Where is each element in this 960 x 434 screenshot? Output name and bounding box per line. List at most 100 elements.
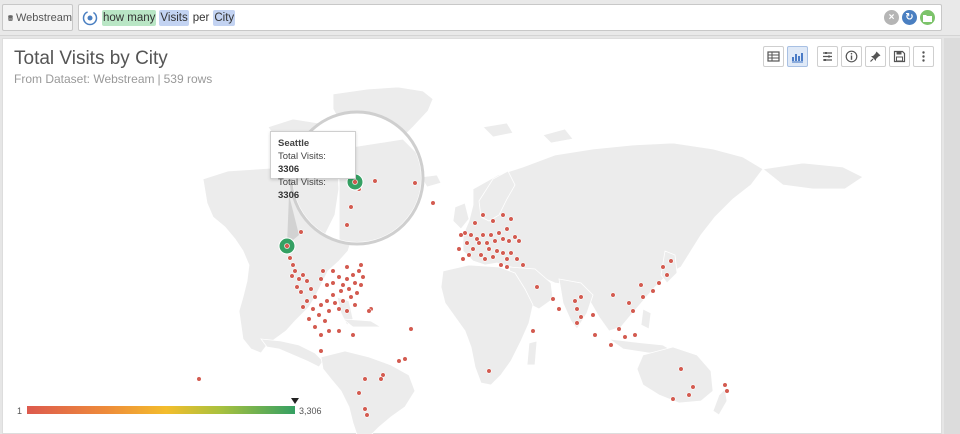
city-point[interactable] (356, 390, 362, 396)
city-point[interactable] (320, 268, 326, 274)
city-point[interactable] (330, 268, 336, 274)
city-point[interactable] (350, 272, 356, 278)
city-point[interactable] (332, 300, 338, 306)
city-point[interactable] (488, 232, 494, 238)
city-point[interactable] (304, 298, 310, 304)
city-point[interactable] (466, 252, 472, 258)
city-point[interactable] (616, 326, 622, 332)
city-point[interactable] (468, 232, 474, 238)
city-point[interactable] (318, 302, 324, 308)
city-point[interactable] (412, 180, 418, 186)
city-point[interactable] (472, 220, 478, 226)
city-point[interactable] (346, 286, 352, 292)
city-point[interactable] (574, 306, 580, 312)
city-point[interactable] (308, 286, 314, 292)
world-map[interactable] (3, 39, 943, 434)
city-point[interactable] (640, 294, 646, 300)
city-point[interactable] (344, 222, 350, 228)
city-point[interactable] (310, 306, 316, 312)
city-point[interactable] (500, 236, 506, 242)
city-point[interactable] (284, 243, 290, 249)
city-point[interactable] (534, 284, 540, 290)
city-point[interactable] (516, 238, 522, 244)
city-point[interactable] (378, 376, 384, 382)
city-point[interactable] (348, 204, 354, 210)
city-point[interactable] (300, 304, 306, 310)
city-point[interactable] (326, 308, 332, 314)
city-point[interactable] (638, 282, 644, 288)
city-point[interactable] (486, 246, 492, 252)
city-point[interactable] (686, 392, 692, 398)
city-point[interactable] (494, 248, 500, 254)
city-point[interactable] (572, 298, 578, 304)
city-point[interactable] (396, 358, 402, 364)
city-point[interactable] (296, 276, 302, 282)
city-point[interactable] (294, 284, 300, 290)
city-point[interactable] (464, 240, 470, 246)
city-point[interactable] (364, 412, 370, 418)
city-point[interactable] (500, 250, 506, 256)
save-button[interactable] (889, 46, 910, 67)
city-point[interactable] (366, 308, 372, 314)
city-point[interactable] (298, 229, 304, 235)
city-point[interactable] (514, 256, 520, 262)
city-point[interactable] (298, 289, 304, 295)
city-point[interactable] (330, 280, 336, 286)
city-point[interactable] (456, 246, 462, 252)
city-point[interactable] (300, 272, 306, 278)
city-point[interactable] (358, 282, 364, 288)
city-point[interactable] (556, 306, 562, 312)
city-point[interactable] (348, 294, 354, 300)
configure-button[interactable] (817, 46, 838, 67)
clear-query-button[interactable]: × (884, 10, 899, 25)
city-point[interactable] (430, 200, 436, 206)
city-point[interactable] (326, 328, 332, 334)
city-point[interactable] (574, 320, 580, 326)
pin-button[interactable] (865, 46, 886, 67)
city-point[interactable] (578, 314, 584, 320)
city-point[interactable] (632, 332, 638, 338)
city-point[interactable] (287, 255, 293, 261)
city-point[interactable] (344, 264, 350, 270)
city-point[interactable] (678, 366, 684, 372)
city-point[interactable] (352, 302, 358, 308)
city-point[interactable] (506, 238, 512, 244)
city-point[interactable] (458, 232, 464, 238)
city-point[interactable] (478, 252, 484, 258)
city-point[interactable] (356, 268, 362, 274)
city-point[interactable] (590, 312, 596, 318)
city-point[interactable] (668, 258, 674, 264)
info-button[interactable] (841, 46, 862, 67)
city-point[interactable] (496, 230, 502, 236)
city-point[interactable] (312, 324, 318, 330)
city-point[interactable] (322, 318, 328, 324)
city-point[interactable] (480, 232, 486, 238)
query-token[interactable]: how many (102, 9, 157, 26)
city-point[interactable] (362, 376, 368, 382)
query-token[interactable]: Visits (159, 9, 189, 26)
city-point[interactable] (336, 306, 342, 312)
city-point[interactable] (578, 294, 584, 300)
city-point[interactable] (360, 274, 366, 280)
city-point[interactable] (482, 256, 488, 262)
city-point[interactable] (504, 264, 510, 270)
city-point[interactable] (460, 256, 466, 262)
city-point[interactable] (344, 308, 350, 314)
city-point[interactable] (724, 388, 730, 394)
city-point[interactable] (318, 348, 324, 354)
city-point[interactable] (486, 368, 492, 374)
city-point[interactable] (470, 246, 476, 252)
query-token[interactable]: per (192, 10, 211, 26)
city-point[interactable] (340, 298, 346, 304)
city-point[interactable] (508, 250, 514, 256)
city-point[interactable] (550, 296, 556, 302)
city-point[interactable] (490, 218, 496, 224)
city-point[interactable] (520, 262, 526, 268)
city-point[interactable] (656, 280, 662, 286)
chart-view-button[interactable] (787, 46, 808, 67)
city-point[interactable] (318, 276, 324, 282)
run-query-button[interactable] (920, 10, 935, 25)
city-point[interactable] (690, 384, 696, 390)
city-point[interactable] (660, 264, 666, 270)
city-point[interactable] (622, 334, 628, 340)
